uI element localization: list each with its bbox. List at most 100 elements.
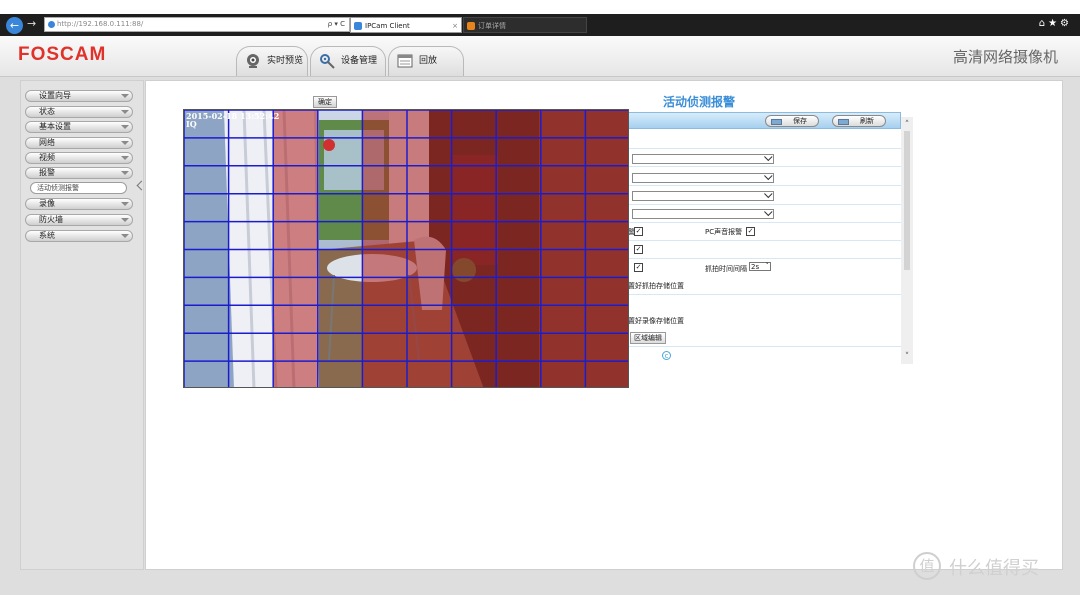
chevron-down-icon [121, 125, 129, 129]
setting-select[interactable] [632, 171, 774, 183]
form-row [628, 185, 901, 186]
save-button[interactable]: 保存 [765, 115, 819, 127]
sidebar-item-setup-wizard[interactable]: 设置向导 [25, 90, 133, 102]
refresh-icon [838, 119, 849, 125]
capture-interval-label: 抓拍时间间隔 [705, 265, 747, 273]
sidebar-item-network[interactable]: 网络 [25, 137, 133, 149]
form-row [628, 166, 901, 167]
sidebar-item-firewall[interactable]: 防火墙 [25, 214, 133, 226]
ie-tab-icon [354, 22, 362, 30]
setting-select[interactable] [632, 152, 774, 164]
camera-icon [247, 54, 259, 68]
sidebar-subitem-motion-detection[interactable]: 活动侦测报警 [30, 182, 127, 194]
setting-select[interactable] [632, 207, 774, 219]
tab-device-management[interactable]: 设备管理 [310, 46, 386, 76]
sidebar-item-label: 活动侦测报警 [37, 184, 79, 192]
email-alarm-checkbox[interactable]: ✓ [634, 245, 643, 254]
product-brand: 高清网络摄像机 [952, 48, 1058, 66]
browser-tab-inactive[interactable]: 订单详情 [463, 17, 587, 33]
refresh-button[interactable]: 刷新 [832, 115, 886, 127]
capture-interval-select[interactable]: 2s ˅ [749, 262, 771, 271]
sidebar-item-label: 基本设置 [39, 122, 71, 131]
site-tab-icon [467, 22, 475, 30]
sidebar-item-label: 报警 [39, 168, 55, 177]
pc-sound-alarm-label: PC声音报警 [705, 228, 743, 236]
sidebar-item-label: 状态 [39, 107, 55, 116]
camera-area-editor[interactable]: 2015-02-18 13:52:42 IQ [183, 109, 629, 388]
sidebar-item-video[interactable]: 视频 [25, 152, 133, 164]
settings-gear-icon [320, 54, 335, 69]
scroll-thumb[interactable] [904, 131, 910, 270]
chevron-down-icon [121, 202, 129, 206]
sidebar-item-basic-settings[interactable]: 基本设置 [25, 121, 133, 133]
tab-label: 设备管理 [341, 56, 378, 66]
sidebar-item-label: 录像 [39, 199, 55, 208]
chevron-down-icon [121, 234, 129, 238]
scroll-down-icon[interactable]: ˅ [901, 351, 913, 363]
snapshot-checkbox[interactable]: ✓ [634, 263, 643, 272]
sidebar-item-label: 系统 [39, 231, 55, 240]
playback-icon [397, 54, 413, 68]
chevron-down-icon [764, 207, 773, 217]
forward-button[interactable]: → [27, 17, 36, 30]
form-row [628, 148, 901, 149]
pc-sound-alarm-checkbox[interactable]: ✓ [746, 227, 755, 236]
form-row [628, 204, 901, 205]
chevron-down-icon [121, 141, 129, 145]
tab-playback[interactable]: 回放 [388, 46, 464, 76]
save-icon [771, 119, 782, 125]
tab-label: 回放 [419, 56, 438, 66]
app-header: FOSCAM 实时预览 设备管理 回放 高清网络摄像机 [0, 36, 1080, 77]
close-tab-icon[interactable]: × [452, 18, 458, 34]
area-edit-button[interactable]: 区域编辑 [630, 332, 666, 344]
sidebar-item-label: 网络 [39, 138, 55, 147]
snapshot-storage-note: 置好抓拍存储位置 [628, 282, 684, 290]
recording-storage-note: 置好录像存储位置 [628, 317, 684, 325]
sidebar-item-label: 视频 [39, 153, 55, 162]
address-url: http://192.168.0.111:88/ [57, 20, 144, 28]
form-row [628, 222, 901, 223]
settings-sidebar: 设置向导 状态 基本设置 网络 视频 报警 活动侦测报警 录像 防火墙 系统 [20, 80, 144, 570]
chevron-down-icon [121, 156, 129, 160]
ie-logo-icon [48, 21, 55, 28]
setting-select[interactable] [632, 189, 774, 201]
browser-toolbar: ← → http://192.168.0.111:88/ ρ ▾ C IPCam… [0, 14, 1080, 36]
camera-preview-image: 2015-02-18 13:52:42 IQ [184, 110, 628, 387]
sidebar-item-recording[interactable]: 录像 [25, 198, 133, 210]
save-label: 保存 [793, 117, 807, 125]
scroll-up-icon[interactable]: ˄ [901, 119, 913, 131]
confirm-button[interactable]: 确定 [313, 96, 337, 108]
chevron-down-icon [764, 171, 773, 181]
form-row [628, 346, 901, 347]
sidebar-item-system[interactable]: 系统 [25, 230, 133, 242]
sidebar-item-status[interactable]: 状态 [25, 106, 133, 118]
camera-timestamp: 2015-02-18 13:52:42 [186, 111, 279, 121]
settings-toolbar: 保存 刷新 [628, 112, 901, 129]
address-bar[interactable]: http://192.168.0.111:88/ ρ ▾ C [44, 17, 350, 32]
camera-overlay-text: IQ [186, 119, 197, 129]
refresh-label: 刷新 [860, 117, 874, 125]
info-icon: c [662, 351, 671, 360]
form-row [628, 294, 901, 295]
sidebar-item-label: 设置向导 [39, 91, 71, 100]
browser-tab-title: 订单详情 [478, 22, 506, 30]
sidebar-item-label: 防火墙 [39, 215, 63, 224]
capture-interval-value: 2s [751, 263, 760, 271]
tab-label: 实时预览 [267, 56, 304, 66]
settings-scrollbar[interactable]: ˄ ˅ [901, 117, 913, 364]
back-button[interactable]: ← [6, 17, 23, 34]
browser-right-icons[interactable]: ⌂★⚙ [1039, 18, 1072, 29]
alarm-checkbox[interactable]: ✓ [634, 227, 643, 236]
browser-tab-active[interactable]: IPCam Client × [350, 17, 462, 33]
sidebar-item-alarm[interactable]: 报警 [25, 167, 133, 179]
chevron-down-icon [121, 171, 129, 175]
chevron-down-icon [121, 94, 129, 98]
form-row [628, 240, 901, 241]
tab-live-view[interactable]: 实时预览 [236, 46, 308, 76]
watermark-logo-icon: 值 [913, 552, 941, 580]
chevron-down-icon [764, 189, 773, 199]
form-row [628, 258, 901, 259]
foscam-logo: FOSCAM [18, 44, 107, 65]
chevron-down-icon: ˅ [765, 262, 770, 270]
address-tools[interactable]: ρ ▾ C [328, 18, 345, 31]
